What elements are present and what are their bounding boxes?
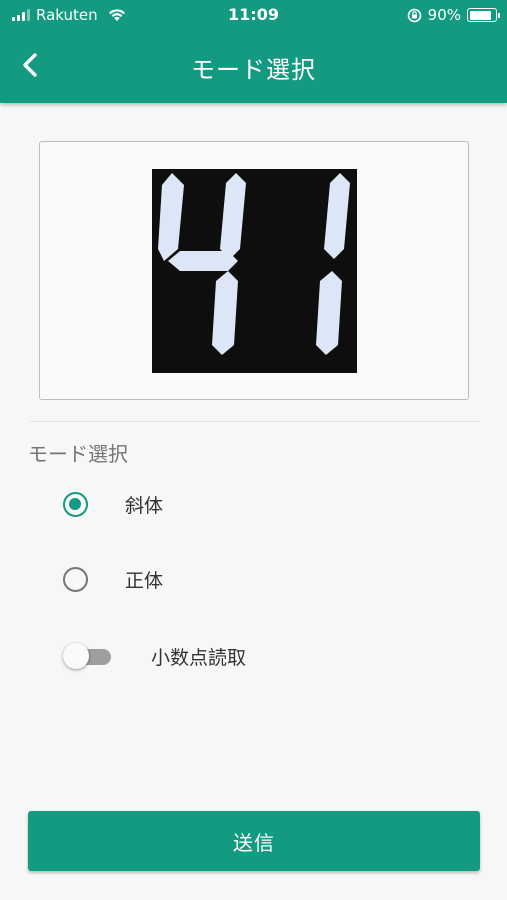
submit-button[interactable]: 送信 xyxy=(28,811,480,871)
digit-4-lower-right-segment xyxy=(212,271,238,355)
digit-4-upper-left-segment xyxy=(158,173,184,261)
section-divider xyxy=(30,421,480,422)
battery-icon xyxy=(467,8,500,22)
lcd-display-image xyxy=(152,169,357,373)
image-preview-frame xyxy=(39,141,469,400)
mode-option-upright-label: 正体 xyxy=(125,570,164,592)
seven-segment-digits xyxy=(158,173,350,355)
digit-1-upper-segment xyxy=(324,173,350,259)
mode-section-label: モード選択 xyxy=(28,442,128,466)
decimal-toggle-label: 小数点読取 xyxy=(151,646,247,669)
digit-1-lower-segment xyxy=(316,271,342,355)
mode-option-upright[interactable]: 正体 xyxy=(63,566,163,593)
status-right: 90% xyxy=(407,6,500,24)
digit-4-middle-segment xyxy=(168,251,238,271)
orientation-lock-icon xyxy=(407,8,421,22)
radio-button-upright[interactable] xyxy=(63,567,88,592)
mode-option-italic-label: 斜体 xyxy=(125,495,164,517)
decimal-point-toggle[interactable] xyxy=(63,642,113,670)
toggle-thumb xyxy=(63,643,89,669)
status-bar: Rakuten 11:09 90% xyxy=(0,0,507,30)
page-title: モード選択 xyxy=(191,56,316,84)
decimal-toggle-row: 小数点読取 xyxy=(63,642,246,670)
battery-percentage: 90% xyxy=(427,6,461,24)
mode-option-italic[interactable]: 斜体 xyxy=(63,491,163,518)
app-header: Rakuten 11:09 90% モード選択 xyxy=(0,0,507,103)
battery-level xyxy=(469,10,492,20)
digit-4-upper-right-segment xyxy=(220,173,246,259)
radio-button-italic[interactable] xyxy=(63,492,88,517)
